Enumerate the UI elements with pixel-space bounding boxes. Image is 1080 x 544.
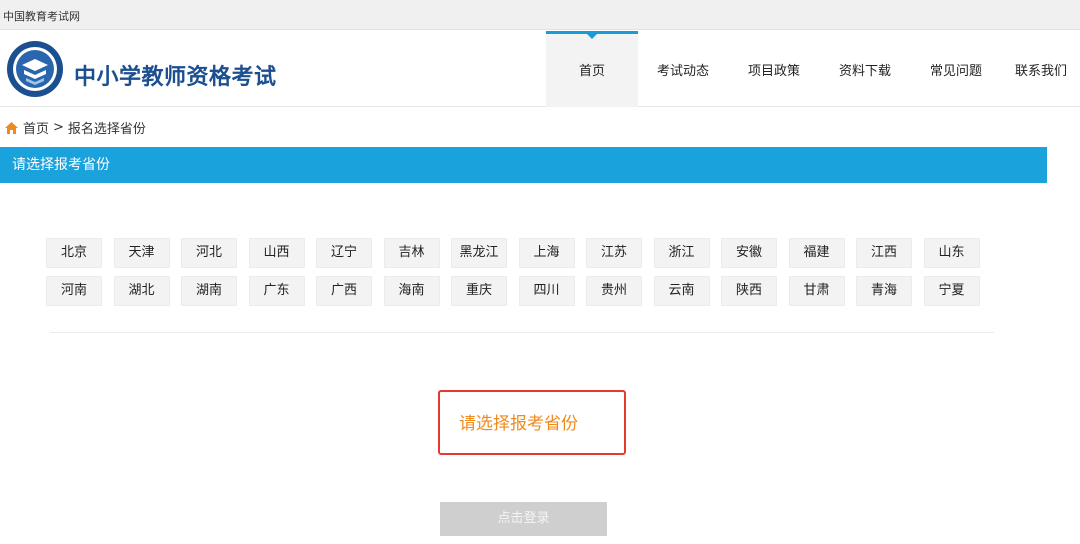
- province-guizhou[interactable]: 贵州: [586, 276, 642, 306]
- province-hebei[interactable]: 河北: [181, 238, 237, 268]
- province-beijing[interactable]: 北京: [46, 238, 102, 268]
- province-row: 北京 天津 河北 山西 辽宁 吉林 黑龙江 上海 江苏 浙江 安徽 福建 江西 …: [46, 238, 1006, 268]
- nav-faq[interactable]: 常见问题: [910, 31, 1002, 107]
- province-chongqing[interactable]: 重庆: [451, 276, 507, 306]
- selected-province-prompt: 请选择报考省份: [459, 414, 578, 434]
- exam-logo-icon[interactable]: [6, 40, 64, 98]
- nav-contact[interactable]: 联系我们: [1002, 31, 1080, 107]
- header: 中小学教师资格考试 首页 考试动态 项目政策 资料下载 常见问题 联系我们: [0, 31, 1080, 107]
- nav-downloads[interactable]: 资料下载: [820, 31, 910, 107]
- province-tianjin[interactable]: 天津: [113, 238, 170, 268]
- province-zhejiang[interactable]: 浙江: [653, 238, 710, 268]
- province-heilongjiang[interactable]: 黑龙江: [451, 238, 507, 268]
- main-nav: 首页 考试动态 项目政策 资料下载 常见问题 联系我们: [546, 31, 1080, 107]
- province-sichuan[interactable]: 四川: [518, 276, 575, 306]
- province-guangdong[interactable]: 广东: [248, 276, 305, 306]
- province-jiangsu[interactable]: 江苏: [586, 238, 642, 268]
- province-fujian[interactable]: 福建: [788, 238, 845, 268]
- province-shandong[interactable]: 山东: [923, 238, 980, 268]
- breadcrumb: 首页 > 报名选择省份: [4, 118, 146, 137]
- province-hainan[interactable]: 海南: [383, 276, 440, 306]
- province-liaoning[interactable]: 辽宁: [316, 238, 372, 268]
- province-shanxi[interactable]: 山西: [248, 238, 305, 268]
- province-gansu[interactable]: 甘肃: [788, 276, 845, 306]
- site-title[interactable]: 中小学教师资格考试: [74, 59, 277, 91]
- province-qinghai[interactable]: 青海: [856, 276, 912, 306]
- province-anhui[interactable]: 安徽: [721, 238, 777, 268]
- province-row: 河南 湖北 湖南 广东 广西 海南 重庆 四川 贵州 云南 陕西 甘肃 青海 宁…: [46, 276, 1006, 306]
- province-hunan[interactable]: 湖南: [181, 276, 237, 306]
- breadcrumb-separator: >: [53, 120, 64, 135]
- site-name: 中国教育考试网: [3, 10, 80, 23]
- selected-province-box: 请选择报考省份: [438, 390, 626, 455]
- login-button[interactable]: 点击登录: [440, 502, 607, 536]
- province-list: 北京 天津 河北 山西 辽宁 吉林 黑龙江 上海 江苏 浙江 安徽 福建 江西 …: [46, 238, 1006, 314]
- breadcrumb-home[interactable]: 首页: [23, 118, 49, 137]
- top-bar: 中国教育考试网: [0, 0, 1080, 30]
- province-shaanxi[interactable]: 陕西: [721, 276, 777, 306]
- province-shanghai[interactable]: 上海: [518, 238, 575, 268]
- breadcrumb-current: 报名选择省份: [67, 122, 146, 137]
- panel-title: 请选择报考省份: [0, 147, 1047, 183]
- province-yunnan[interactable]: 云南: [653, 276, 710, 306]
- nav-policy[interactable]: 项目政策: [728, 31, 820, 107]
- province-jilin[interactable]: 吉林: [383, 238, 440, 268]
- province-henan[interactable]: 河南: [46, 276, 102, 306]
- province-ningxia[interactable]: 宁夏: [923, 276, 980, 306]
- nav-exam-news[interactable]: 考试动态: [638, 31, 728, 107]
- nav-home[interactable]: 首页: [546, 31, 638, 107]
- divider: [50, 332, 994, 333]
- province-guangxi[interactable]: 广西: [316, 276, 372, 306]
- home-icon: [5, 121, 18, 134]
- province-hubei[interactable]: 湖北: [113, 276, 170, 306]
- province-jiangxi[interactable]: 江西: [856, 238, 912, 268]
